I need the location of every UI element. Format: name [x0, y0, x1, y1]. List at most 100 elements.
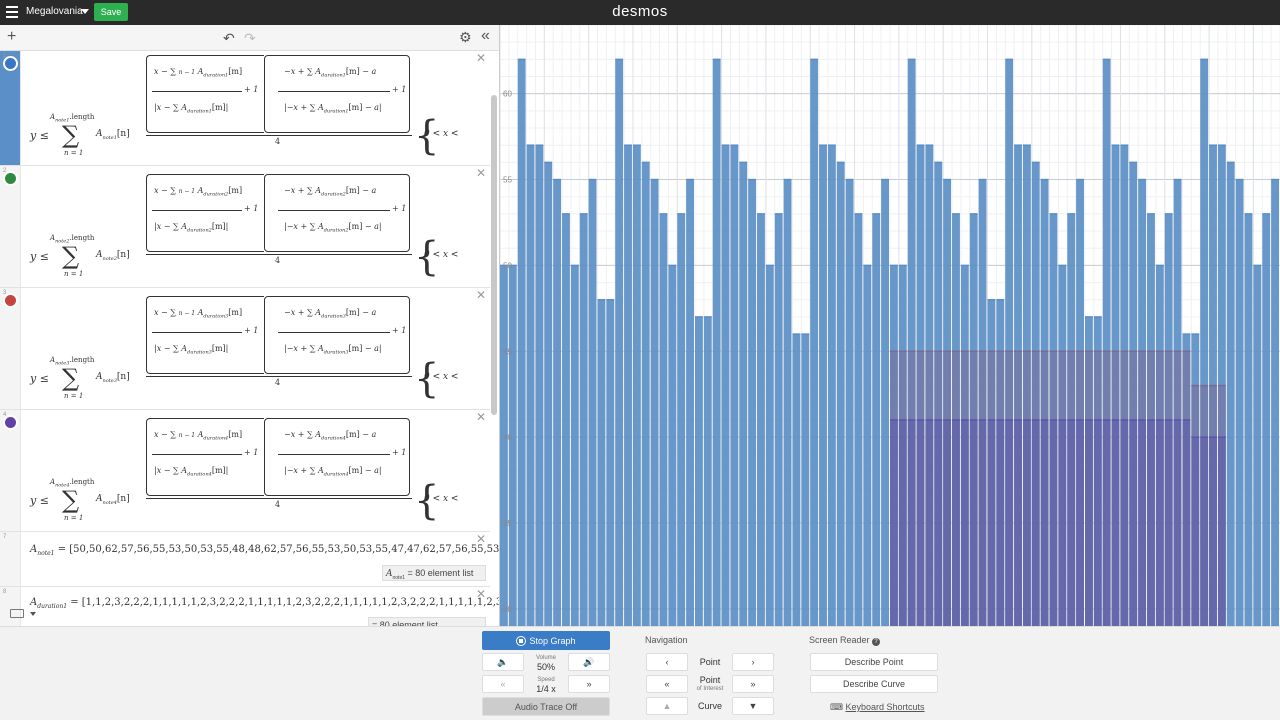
previous-point-button[interactable]: ‹ — [646, 653, 688, 671]
bar-series-1[interactable] — [1271, 179, 1279, 626]
undo-icon[interactable]: ↶ — [223, 31, 235, 45]
bar-series-3[interactable] — [898, 419, 907, 626]
bar-series-1[interactable] — [659, 213, 668, 626]
bar-series-1[interactable] — [712, 59, 721, 626]
speed-up-button[interactable]: » — [568, 675, 610, 693]
bar-series-1[interactable] — [650, 179, 659, 626]
bar-series-1[interactable] — [544, 162, 553, 626]
bar-series-1[interactable] — [1244, 213, 1253, 626]
bar-series-3[interactable] — [1067, 419, 1076, 626]
bar-series-1[interactable] — [721, 145, 730, 626]
bar-series-1[interactable] — [606, 299, 615, 626]
volume-up-button[interactable]: 🔊 — [568, 653, 610, 671]
bar-series-1[interactable] — [801, 334, 810, 626]
bar-series-1[interactable] — [863, 265, 872, 626]
bar-series-1[interactable] — [1262, 213, 1271, 626]
bar-series-3[interactable] — [1200, 437, 1209, 626]
bar-series-3[interactable] — [1022, 419, 1031, 626]
expression-gutter[interactable]: 3 — [0, 288, 21, 409]
bar-series-1[interactable] — [748, 179, 757, 626]
bar-series-1[interactable] — [535, 145, 544, 626]
volume-down-button[interactable]: 🔈 — [482, 653, 524, 671]
bar-series-3[interactable] — [943, 419, 952, 626]
color-swatch-icon[interactable] — [3, 415, 18, 430]
next-poi-button[interactable]: » — [732, 675, 774, 693]
bar-series-3[interactable] — [1191, 437, 1200, 626]
bar-series-3[interactable] — [1155, 419, 1164, 626]
bar-series-1[interactable] — [553, 179, 562, 626]
bar-series-1[interactable] — [739, 162, 748, 626]
delete-expression-icon[interactable]: ✕ — [476, 166, 486, 180]
bar-series-1[interactable] — [810, 59, 819, 626]
expression-3[interactable]: 3 ✕ y ≤ Anote3.length ∑ n = 1 Anote3[n] … — [0, 288, 490, 410]
previous-poi-button[interactable]: « — [646, 675, 688, 693]
bar-series-3[interactable] — [1093, 419, 1102, 626]
bar-series-1[interactable] — [517, 59, 526, 626]
bar-series-1[interactable] — [526, 145, 535, 626]
color-swatch-icon[interactable] — [3, 293, 18, 308]
bar-series-1[interactable] — [588, 179, 597, 626]
describe-point-button[interactable]: Describe Point — [810, 653, 938, 671]
bar-series-3[interactable] — [1182, 419, 1191, 626]
bar-series-1[interactable] — [854, 213, 863, 626]
bar-series-3[interactable] — [1102, 419, 1111, 626]
bar-series-3[interactable] — [1147, 419, 1155, 626]
help-icon[interactable]: ? — [872, 638, 881, 646]
expression-gutter[interactable]: 4 — [0, 410, 21, 531]
bar-series-1[interactable] — [695, 316, 703, 626]
bar-series-3[interactable] — [1129, 419, 1138, 626]
audio-trace-toggle[interactable]: Audio Trace Off — [482, 697, 610, 716]
bar-series-1[interactable] — [641, 162, 650, 626]
bar-series-1[interactable] — [597, 299, 606, 626]
describe-curve-button[interactable]: Describe Curve — [810, 675, 938, 693]
bar-series-1[interactable] — [827, 145, 836, 626]
delete-expression-icon[interactable]: ✕ — [476, 288, 486, 302]
bar-series-3[interactable] — [978, 419, 987, 626]
bar-series-1[interactable] — [881, 179, 889, 626]
bar-series-1[interactable] — [624, 145, 632, 626]
graph-svg[interactable]: 60 55 50 45 40 35 30 — [500, 25, 1280, 626]
bar-series-1[interactable] — [730, 145, 739, 626]
bar-series-1[interactable] — [757, 213, 765, 626]
bar-series-1[interactable] — [845, 179, 854, 626]
expression-1[interactable]: 1 ✕ y ≤ Anote1.length ∑ n = 1 Anote1[n] … — [0, 51, 490, 166]
bar-series-3[interactable] — [1049, 419, 1058, 626]
bar-series-1[interactable] — [579, 213, 588, 626]
bar-series-1[interactable] — [1253, 265, 1262, 626]
keyboard-shortcuts-link[interactable]: ⌨ Keyboard Shortcuts — [830, 702, 925, 713]
bar-series-3[interactable] — [996, 419, 1005, 626]
bar-series-3[interactable] — [952, 419, 960, 626]
expression-gutter[interactable]: 8 — [0, 587, 21, 626]
bar-series-3[interactable] — [960, 419, 969, 626]
bar-series-3[interactable] — [890, 419, 898, 626]
bar-series-1[interactable] — [570, 265, 579, 626]
bar-series-1[interactable] — [783, 179, 792, 626]
bar-series-3[interactable] — [1058, 419, 1067, 626]
expression-gutter[interactable]: 7 — [0, 532, 21, 586]
bar-series-1[interactable] — [792, 334, 801, 626]
bar-series-3[interactable] — [1164, 419, 1173, 626]
bar-series-3[interactable] — [907, 419, 916, 626]
previous-curve-button[interactable]: ▲ — [646, 697, 688, 715]
bar-series-3[interactable] — [1031, 419, 1040, 626]
expression-8[interactable]: 8 ✕ Aduration1 = [1,1,2,3,2,2,2,1,1,1,1,… — [0, 587, 499, 626]
bar-series-1[interactable] — [1226, 162, 1235, 626]
bar-series-3[interactable] — [969, 419, 978, 626]
bar-series-3[interactable] — [1217, 437, 1226, 626]
bar-series-3[interactable] — [925, 419, 934, 626]
bar-series-1[interactable] — [562, 213, 570, 626]
bar-series-3[interactable] — [934, 419, 943, 626]
bar-series-1[interactable] — [677, 213, 686, 626]
bar-series-1[interactable] — [703, 316, 712, 626]
bar-series-3[interactable] — [1111, 419, 1120, 626]
bar-series-1[interactable] — [819, 145, 827, 626]
bar-series-1[interactable] — [686, 179, 694, 626]
delete-expression-icon[interactable]: ✕ — [476, 410, 486, 424]
bar-series-3[interactable] — [1209, 437, 1217, 626]
bar-series-3[interactable] — [1138, 419, 1147, 626]
bar-series-1[interactable] — [836, 162, 845, 626]
bar-series-3[interactable] — [916, 419, 925, 626]
bar-series-1[interactable] — [632, 145, 641, 626]
bar-series-3[interactable] — [1085, 419, 1093, 626]
bar-series-3[interactable] — [987, 419, 996, 626]
